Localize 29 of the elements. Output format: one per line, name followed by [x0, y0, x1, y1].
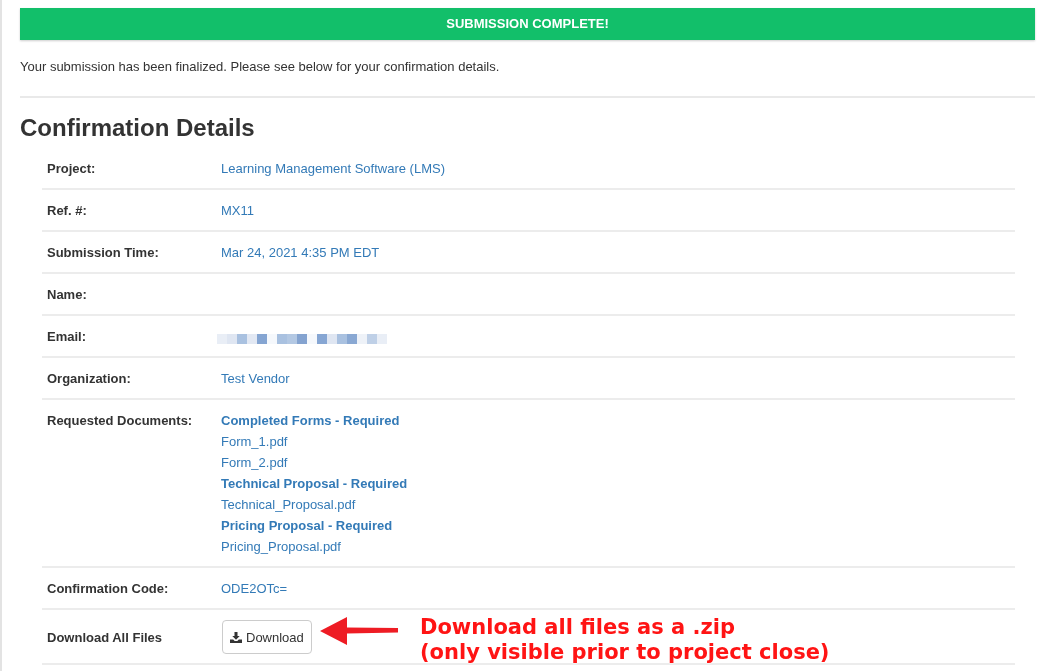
file-link[interactable]: Pricing_Proposal.pdf	[221, 536, 341, 557]
download-button[interactable]: Download	[222, 620, 312, 654]
field-label: Project:	[47, 160, 96, 178]
section-heading: Confirmation Details	[20, 113, 255, 143]
left-arrow-icon	[320, 617, 398, 645]
field-value: Mar 24, 2021 4:35 PM EDT	[221, 244, 380, 262]
field-label: Ref. #:	[47, 202, 87, 220]
confirmation-message: Your submission has been finalized. Please see below for your confirmation details.	[20, 58, 500, 76]
field-label: Submission Time:	[47, 244, 159, 262]
field-value: Test Vendor	[221, 370, 290, 388]
field-label: Download All Files	[47, 628, 163, 647]
file-link[interactable]: Form_1.pdf	[221, 431, 288, 452]
file-link[interactable]: Technical_Proposal.pdf	[221, 494, 356, 515]
success-banner: SUBMISSION COMPLETE!	[20, 8, 1035, 40]
callout-text: Download all files as a .zip	[420, 615, 735, 640]
field-label: Email:	[47, 328, 86, 346]
download-icon	[230, 631, 242, 643]
document-group-title: Pricing Proposal - Required	[221, 517, 393, 535]
field-label: Requested Documents:	[47, 412, 193, 430]
document-group-title: Technical Proposal - Required	[221, 475, 408, 493]
document-group-title: Completed Forms - Required	[221, 412, 400, 430]
field-value: MX11	[221, 202, 254, 220]
field-value: Learning Management Software (LMS)	[221, 160, 445, 178]
field-label: Name:	[47, 286, 87, 304]
field-label: Organization:	[47, 370, 131, 388]
field-value: ODE2OTc=	[221, 580, 288, 598]
file-link[interactable]: Form_2.pdf	[221, 452, 288, 473]
field-label: Confirmation Code:	[47, 580, 169, 598]
callout-text: (only visible prior to project close)	[420, 640, 830, 665]
